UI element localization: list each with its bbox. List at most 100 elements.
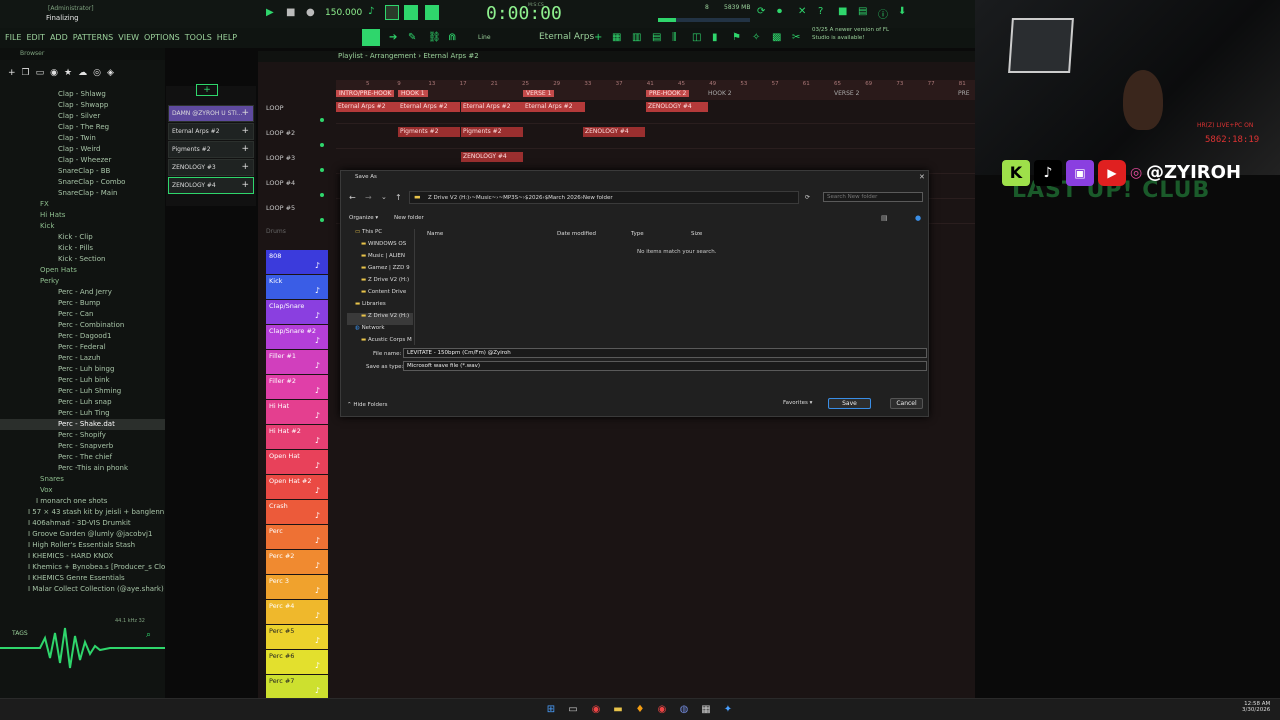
discord-icon[interactable]: ◍ bbox=[678, 704, 690, 716]
browser-item[interactable]: Perc - Luh bink bbox=[0, 375, 165, 386]
browser-item[interactable]: I Groove Garden @lumly @jacobvj1 bbox=[0, 529, 165, 540]
menu-item-file[interactable]: FILE bbox=[5, 33, 21, 42]
pattern-item[interactable]: ZENOLOGY #3 + bbox=[168, 159, 254, 176]
track-label[interactable]: LOOP #4 bbox=[266, 179, 326, 187]
column-header[interactable]: Type bbox=[631, 231, 644, 237]
drum-track[interactable]: Crash ♪ bbox=[266, 500, 328, 524]
menu-item-patterns[interactable]: PATTERNS bbox=[73, 33, 113, 42]
app-icon[interactable]: ▦ bbox=[700, 704, 712, 716]
edison-icon[interactable]: ⚑ bbox=[732, 32, 741, 43]
chrome-icon[interactable]: ◉ bbox=[590, 704, 602, 716]
browser-item[interactable]: Perc -This ain phonk bbox=[0, 463, 165, 474]
menu-item-edit[interactable]: EDIT bbox=[26, 33, 44, 42]
browser-item[interactable]: Perc - Lazuh bbox=[0, 353, 165, 364]
browser-item[interactable]: Perc - And Jerry bbox=[0, 287, 165, 298]
plus-icon[interactable]: + bbox=[241, 142, 249, 157]
browser-item[interactable]: Perc - Shopify bbox=[0, 430, 165, 441]
menu-item-add[interactable]: ADD bbox=[50, 33, 68, 42]
playlist-clip[interactable]: Eternal Arps #2 bbox=[461, 102, 523, 112]
piano-roll-icon[interactable]: ▥ bbox=[632, 32, 641, 43]
track-led-icon[interactable] bbox=[320, 168, 324, 172]
track-led-icon[interactable] bbox=[320, 193, 324, 197]
add-icon[interactable]: + bbox=[8, 68, 16, 78]
browser-item[interactable]: I Khemics + Bynobea.s [Producer_s Cloud] bbox=[0, 562, 165, 573]
browser-item[interactable]: I 406ahmad - 3D-VIS Drumkit bbox=[0, 518, 165, 529]
track-label[interactable]: LOOP #5 bbox=[266, 204, 326, 212]
browser-item[interactable]: Clap - Shwapp bbox=[0, 100, 165, 111]
cart-icon[interactable]: ◈ bbox=[107, 68, 114, 78]
nav-item[interactable]: ▭ This PC bbox=[347, 229, 413, 241]
browser-folder[interactable]: Perky bbox=[0, 276, 165, 287]
explorer-icon[interactable]: ▬ bbox=[612, 704, 624, 716]
browser-item[interactable]: Perc - The chief bbox=[0, 452, 165, 463]
globe-icon[interactable]: ◎ bbox=[93, 68, 101, 78]
save-type-select[interactable]: Microsoft wave file (*.wav) bbox=[403, 361, 927, 371]
mixer-icon[interactable]: ▤ bbox=[858, 6, 867, 17]
browser-item[interactable]: I High Roller's Essentials Stash bbox=[0, 540, 165, 551]
snap-label[interactable]: Line bbox=[478, 34, 491, 41]
cloud-icon[interactable]: ☁ bbox=[78, 68, 87, 78]
breadcrumb-item[interactable]: Z Drive V2 (H:) bbox=[428, 195, 469, 201]
playlist-clip[interactable]: ZENOLOGY #4 bbox=[461, 152, 523, 162]
update-hint[interactable]: 03/25 A newer version of FL Studio is av… bbox=[812, 26, 902, 42]
marker-label[interactable]: VERSE 2 bbox=[834, 90, 859, 97]
browser-item[interactable]: Perc - Luh snap bbox=[0, 397, 165, 408]
playlist-clip[interactable]: Pigments #2 bbox=[461, 127, 523, 137]
playlist-clip[interactable]: Pigments #2 bbox=[398, 127, 460, 137]
online-icon[interactable]: ⟳ bbox=[757, 6, 765, 17]
help-icon[interactable]: ? bbox=[818, 6, 823, 17]
browser-item[interactable]: Clap - The Reg bbox=[0, 122, 165, 133]
column-header[interactable]: Size bbox=[691, 231, 702, 237]
marker-label[interactable]: HOOK 2 bbox=[708, 90, 732, 97]
mixer-view-icon[interactable]: ⫼ bbox=[672, 32, 677, 43]
time-ruler[interactable]: INTRO/PRE-HOOK HOOK 1 VERSE 1 PRE-HOOK 2 HOO… bbox=[336, 80, 975, 100]
marker-label[interactable]: INTRO/PRE-HOOK bbox=[336, 90, 395, 97]
chrome-2-icon[interactable]: ◉ bbox=[656, 704, 668, 716]
marker-label[interactable]: VERSE 1 bbox=[523, 90, 555, 97]
nav-item[interactable]: ▬ Content Drive bbox=[347, 289, 413, 301]
track-led-icon[interactable] bbox=[320, 118, 324, 122]
help-icon[interactable]: ● bbox=[915, 214, 921, 222]
drum-track[interactable]: Perc #5 ♪ bbox=[266, 625, 328, 649]
playlist-clip[interactable]: Eternal Arps #2 bbox=[398, 102, 460, 112]
plugin-icon[interactable]: ■ bbox=[838, 6, 847, 17]
breadcrumb-item[interactable]: $March 2026 bbox=[545, 195, 581, 201]
breadcrumb-item[interactable]: New folder bbox=[583, 195, 613, 201]
add-pattern-button[interactable]: + bbox=[196, 84, 218, 96]
drum-track[interactable]: Perc #7 ♪ bbox=[266, 675, 328, 699]
pattern-item[interactable]: Eternal Arps #2 + bbox=[168, 123, 254, 140]
view-icon[interactable]: ▤ bbox=[881, 214, 888, 222]
refresh-icon[interactable]: ⟳ bbox=[805, 194, 810, 201]
stop-icon[interactable]: ■ bbox=[286, 7, 295, 18]
browser-icon[interactable]: ▮ bbox=[712, 32, 718, 43]
taskview-icon[interactable]: ▭ bbox=[567, 704, 579, 716]
menu-item-view[interactable]: VIEW bbox=[118, 33, 139, 42]
browser-item[interactable]: Perc - Can bbox=[0, 309, 165, 320]
new-folder-button[interactable]: New folder bbox=[394, 215, 424, 221]
drum-track[interactable]: Perc ♪ bbox=[266, 525, 328, 549]
info-icon[interactable]: ⓘ bbox=[878, 6, 888, 21]
browser-item[interactable]: Kick - Clip bbox=[0, 232, 165, 243]
scissors-icon[interactable]: ✂ bbox=[792, 32, 800, 43]
browser-item[interactable]: Perc - Dagood1 bbox=[0, 331, 165, 342]
breadcrumb-item[interactable]: ~Music~ bbox=[471, 195, 496, 201]
plus-icon[interactable]: + bbox=[241, 160, 249, 175]
drum-track[interactable]: Open Hat #2 ♪ bbox=[266, 475, 328, 499]
forward-icon[interactable]: → bbox=[365, 193, 372, 202]
browser-item[interactable]: Kick - Section bbox=[0, 254, 165, 265]
start-icon[interactable]: ⊞ bbox=[545, 704, 557, 716]
marker-label[interactable]: HOOK 1 bbox=[398, 90, 428, 97]
browser-item[interactable]: Clap - Wheezer bbox=[0, 155, 165, 166]
browser-item[interactable]: Perc - Luh Ting bbox=[0, 408, 165, 419]
drum-track[interactable]: Perc #4 ♪ bbox=[266, 600, 328, 624]
address-bar[interactable]: ▬ Z Drive V2 (H:) › ~Music~ › ~MP3S~ › $… bbox=[409, 191, 799, 204]
track-led-icon[interactable] bbox=[320, 143, 324, 147]
browser-item[interactable]: Perc - Luh Shming bbox=[0, 386, 165, 397]
drum-track[interactable]: Perc #2 ♪ bbox=[266, 550, 328, 574]
playlist-clip[interactable]: ZENOLOGY #4 bbox=[646, 102, 708, 112]
countdown-icon[interactable] bbox=[404, 5, 418, 20]
browser-item[interactable]: Perc - Snapverb bbox=[0, 441, 165, 452]
add-pattern-icon[interactable]: + bbox=[594, 32, 602, 43]
star-icon[interactable]: ★ bbox=[64, 68, 72, 78]
marker-label[interactable]: PRE-HOOK 2 bbox=[646, 90, 690, 97]
